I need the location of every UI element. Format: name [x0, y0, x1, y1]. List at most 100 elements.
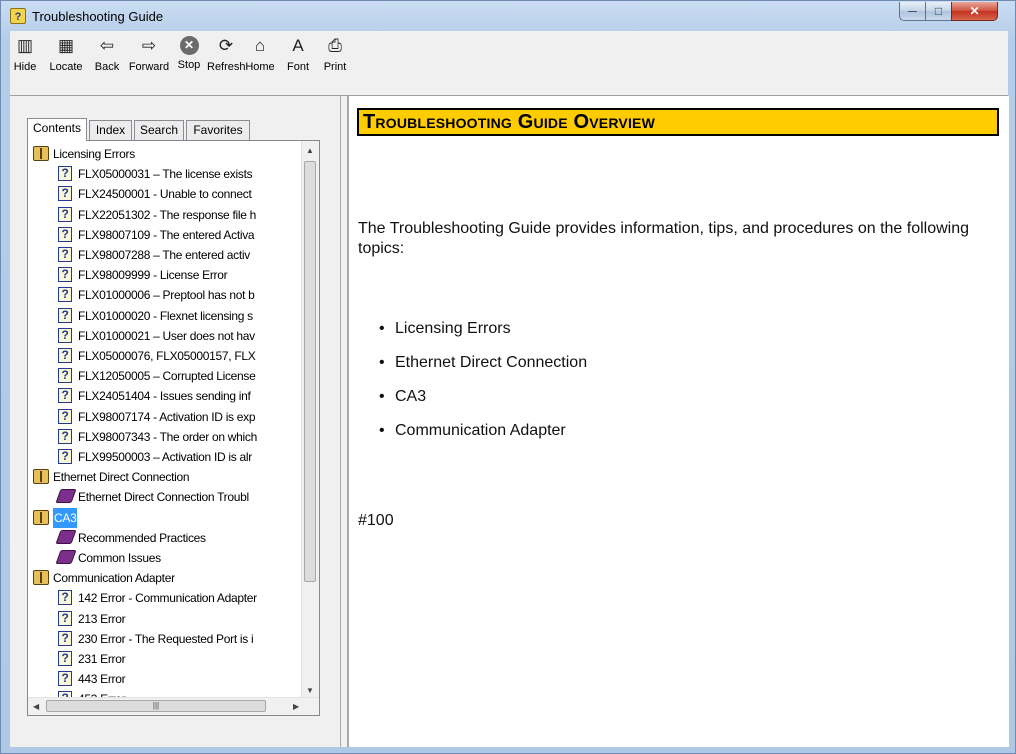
tab-favorites-label: Favorites	[193, 123, 243, 137]
printer-icon: ⎙	[328, 36, 342, 55]
horizontal-scroll-thumb[interactable]: |||	[46, 700, 266, 712]
toolbar-locate-button[interactable]: ▦ Locate	[44, 33, 88, 89]
tree-item-label: FLX24051404 - Issues sending inf	[78, 389, 251, 403]
tree-item-label: FLX22051302 - The response file h	[78, 208, 257, 222]
toolbar-print-button[interactable]: ⎙ Print	[320, 33, 350, 89]
tree-item-label: FLX24500001 - Unable to connect	[78, 187, 252, 201]
toolbar-stop-button[interactable]: ✕ Stop	[174, 33, 204, 89]
tree-item-label: 142 Error - Communication Adapter	[78, 591, 257, 605]
tree-item-label: Recommended Practices	[78, 531, 206, 545]
help-question-icon: ?	[58, 287, 72, 302]
help-question-icon: ?	[58, 186, 72, 201]
help-question-icon: ?	[58, 247, 72, 262]
tab-favorites[interactable]: Favorites	[186, 120, 250, 140]
toolbar-button-label: Refresh	[207, 61, 246, 73]
topic-content: Troubleshooting Guide Overview The Troub…	[348, 96, 1009, 747]
tree-item-label: Ethernet Direct Connection	[53, 470, 190, 484]
topic-code: #100	[358, 512, 394, 529]
help-question-icon: ?	[58, 449, 72, 464]
toolbar-back-button[interactable]: ⇦ Back	[90, 33, 124, 89]
toolbar-home-button[interactable]: ⌂ Home	[243, 33, 277, 89]
toolbar-button-label: Stop	[177, 59, 201, 71]
help-app-icon: ?	[10, 8, 26, 24]
vertical-scroll-thumb[interactable]	[304, 161, 316, 582]
toolbar-hide-button[interactable]: ▥ Hide	[10, 33, 40, 89]
page-title: Troubleshooting Guide Overview	[357, 108, 999, 136]
help-question-icon: ?	[58, 227, 72, 242]
tree-item-label: FLX98009999 - License Error	[78, 268, 228, 282]
help-question-icon: ?	[58, 388, 72, 403]
toolbar-forward-button[interactable]: ⇨ Forward	[127, 33, 171, 89]
vertical-scrollbar[interactable]: ▲ ▼	[301, 141, 319, 698]
tree-item-label: FLX01000006 – Preptool has not b	[78, 288, 255, 302]
help-question-icon: ?	[58, 429, 72, 444]
scroll-down-icon[interactable]: ▼	[306, 686, 314, 695]
tree-item-label: FLX05000076, FLX05000157, FLX	[78, 349, 256, 363]
toolbar-button-label: Hide	[13, 61, 37, 73]
bullet-icon: •	[379, 388, 385, 405]
toolbar-refresh-button[interactable]: ⟳ Refresh	[207, 33, 246, 89]
contents-tree[interactable]: Licensing Errors? FLX05000031 – The licen…	[27, 140, 320, 716]
list-item-text: Ethernet Direct Connection	[395, 354, 588, 371]
scroll-right-icon[interactable]: ▶	[293, 702, 299, 711]
toolbar-button-label: Home	[245, 61, 275, 73]
toolbar-button-label: Locate	[49, 61, 83, 73]
book-icon	[33, 469, 49, 484]
toolbar-font-button[interactable]: A Font	[283, 33, 313, 89]
help-question-icon: ?	[58, 368, 72, 383]
bullet-icon: •	[379, 354, 385, 371]
toolbar-button-label: Back	[94, 61, 120, 73]
locate-icon: ▦	[57, 36, 75, 55]
tree-item-label: CA3	[53, 508, 78, 528]
tree-item-label: FLX12050005 – Corrupted License	[78, 369, 256, 383]
maximize-icon: □	[934, 4, 943, 18]
help-question-icon: ?	[58, 328, 72, 343]
help-question-icon: ?	[58, 651, 72, 666]
list-item-text: CA3	[395, 388, 427, 405]
book-icon	[33, 570, 49, 585]
horizontal-scrollbar[interactable]: ◀ ||| ▶	[28, 697, 319, 715]
minimize-button[interactable]: ─	[899, 2, 926, 21]
forward-arrow-icon: ⇨	[141, 36, 157, 55]
tree-item-label: Ethernet Direct Connection Troubl	[78, 490, 249, 504]
minimize-icon: ─	[908, 4, 917, 18]
close-icon: ✕	[969, 4, 980, 18]
close-button[interactable]: ✕	[951, 2, 998, 21]
intro-paragraph: The Troubleshooting Guide provides infor…	[358, 220, 970, 257]
scroll-left-icon[interactable]: ◀	[33, 702, 39, 711]
book-icon	[33, 146, 49, 161]
window-title: Troubleshooting Guide	[32, 9, 164, 24]
tree-item-label: FLX98007343 - The order on which	[78, 430, 257, 444]
maximize-button[interactable]: □	[925, 2, 952, 21]
tree-item-label: 230 Error - The Requested Port is i	[78, 632, 254, 646]
title-bar[interactable]: ? Troubleshooting Guide ─ □ ✕	[1, 1, 1015, 31]
book-icon	[33, 510, 49, 525]
tree-item-label: 443 Error	[78, 672, 126, 686]
tree-item-label: Licensing Errors	[53, 147, 135, 161]
help-question-icon: ?	[58, 671, 72, 686]
tree-item-label: FLX99500003 – Activation ID is alr	[78, 450, 252, 464]
tab-index-label: Index	[95, 123, 126, 137]
topic-page-icon	[55, 550, 77, 564]
toolbar-button-label: Font	[286, 61, 309, 73]
refresh-icon: ⟳	[218, 36, 234, 55]
tree-item-label: FLX01000020 - Flexnet licensing s	[78, 309, 253, 323]
pane-splitter[interactable]	[341, 96, 348, 747]
toolbar: ▥ Hide ▦ Locate ⇦ Back ⇨ Forward ✕ Stop ⟳ Refresh ⌂ H…	[10, 31, 1008, 96]
help-question-icon: ?	[58, 348, 72, 363]
tree-item-label: Common Issues	[78, 551, 161, 565]
tree-item-label: 231 Error	[78, 652, 126, 666]
list-item-text: Licensing Errors	[395, 320, 511, 337]
navigation-pane: Contents Index Search Favorites Licensin…	[10, 96, 341, 747]
help-question-icon: ?	[58, 267, 72, 282]
tab-search-label: Search	[139, 123, 179, 137]
scroll-up-icon[interactable]: ▲	[306, 146, 314, 155]
toolbar-button-label: Print	[323, 61, 347, 73]
topic-page-icon	[55, 489, 77, 503]
tab-search[interactable]: Search	[134, 120, 184, 140]
client-area: Contents Index Search Favorites Licensin…	[10, 96, 1009, 747]
tab-index[interactable]: Index	[89, 120, 132, 140]
help-question-icon: ?	[58, 207, 72, 222]
tab-contents[interactable]: Contents	[27, 118, 87, 141]
tree-item-label: FLX05000031 – The license exists	[78, 167, 253, 181]
